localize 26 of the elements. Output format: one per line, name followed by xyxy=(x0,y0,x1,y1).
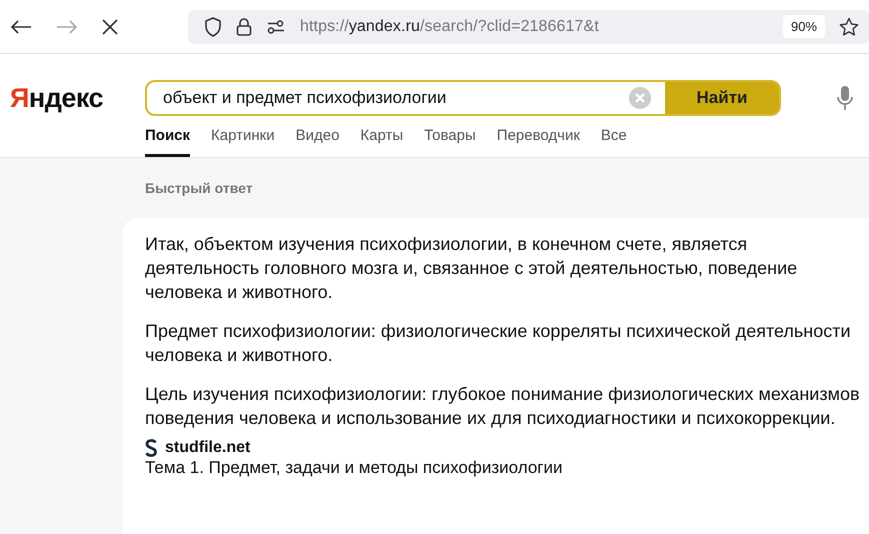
lock-icon[interactable] xyxy=(236,16,252,36)
search-tab[interactable]: Товары xyxy=(424,127,476,157)
microphone-icon[interactable] xyxy=(837,85,853,111)
address-bar[interactable]: https://yandex.ru/search/?clid=2186617&t 90% xyxy=(188,10,869,44)
shield-icon[interactable] xyxy=(204,16,222,36)
search-tab[interactable]: Все xyxy=(600,127,627,157)
yandex-logo[interactable]: Яндекс xyxy=(10,82,145,114)
search-tab[interactable]: Видео xyxy=(296,127,340,157)
source-site-link[interactable]: studfile.net xyxy=(165,439,250,457)
url-text[interactable]: https://yandex.ru/search/?clid=2186617&t xyxy=(300,18,769,36)
source-title-link[interactable]: Тема 1. Предмет, задачи и методы психофизиологии xyxy=(145,458,869,478)
search-field[interactable]: объект и предмет психофизиологии Найти xyxy=(145,80,781,116)
search-button[interactable]: Найти xyxy=(665,82,779,114)
zoom-level[interactable]: 90% xyxy=(782,15,825,38)
back-icon[interactable] xyxy=(10,18,32,34)
close-icon[interactable] xyxy=(102,18,118,34)
answer-paragraph: Предмет психофизиологии: физиологические корреляты психической деятельности человека и животного. xyxy=(145,320,852,367)
site-logo-icon xyxy=(145,439,157,457)
search-tab[interactable]: Переводчик xyxy=(496,127,580,157)
search-tab[interactable]: Картинки xyxy=(211,127,275,157)
star-icon[interactable] xyxy=(839,16,859,36)
answer-paragraph: Цель изучения психофизиологии: глубокое понимание физиологических механизмов поведения человека и использование их для психодиагностики и психокоррекции. xyxy=(145,383,861,430)
sliders-icon[interactable] xyxy=(266,20,286,34)
section-heading: Быстрый ответ xyxy=(145,180,254,196)
search-tab[interactable]: Карты xyxy=(360,127,404,157)
answer-paragraph: Итак, объектом изучения психофизиологии, в конечном счете, является деятельность головного мозга и, связанное с этой деятельностью, поведение человека и животного. xyxy=(145,233,798,304)
